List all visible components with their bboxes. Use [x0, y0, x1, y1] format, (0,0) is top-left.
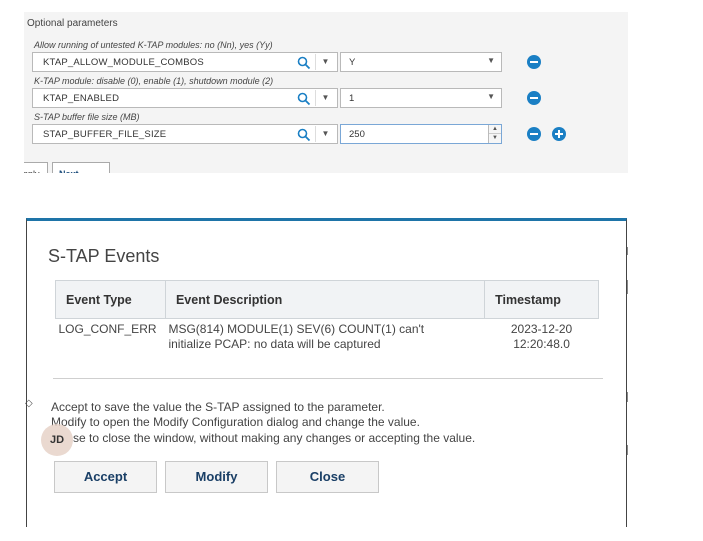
- dialog-title: S-TAP Events: [48, 246, 160, 266]
- param-value-stepper-stap-buffer[interactable]: 250 ▲ ▼: [340, 124, 502, 144]
- cell-event-description: MSG(814) MODULE(1) SEV(6) COUNT(1) can't…: [165, 319, 484, 356]
- timestamp-date: 2023-12-20: [510, 322, 573, 336]
- next-button[interactable]: Next: [52, 162, 110, 173]
- param-value-select-ktap-enabled[interactable]: 1 ▼: [340, 88, 502, 108]
- event-description-line: MSG(814) MODULE(1) SEV(6) COUNT(1) can't: [168, 322, 425, 336]
- search-icon[interactable]: [297, 56, 311, 70]
- help-text-accept: Accept to save the value the S-TAP assig…: [51, 400, 385, 414]
- param-value-text: Y: [349, 57, 356, 68]
- close-button[interactable]: Close: [276, 461, 379, 493]
- event-description-line: initialize PCAP: no data will be capture…: [168, 337, 381, 351]
- param-name-combo-ktap-allow[interactable]: KTAP_ALLOW_MODULE_COMBOS ▼: [32, 52, 338, 72]
- param-name-text: KTAP_ALLOW_MODULE_COMBOS: [43, 57, 204, 68]
- param-name-combo-ktap-enabled[interactable]: KTAP_ENABLED ▼: [32, 88, 338, 108]
- cell-timestamp: 2023-12-20 12:20:48.0: [485, 319, 599, 356]
- stepper-down-icon[interactable]: ▼: [489, 134, 501, 143]
- avatar: JD: [41, 424, 73, 456]
- param-label-ktap-allow: Allow running of untested K-TAP modules:…: [34, 40, 273, 50]
- column-header-event-description[interactable]: Event Description: [164, 280, 486, 319]
- chevron-down-icon[interactable]: ▼: [315, 54, 335, 70]
- search-icon[interactable]: [297, 92, 311, 106]
- column-header-event-type[interactable]: Event Type: [55, 280, 166, 319]
- chevron-down-icon: ▼: [487, 92, 495, 101]
- stepper-up-icon[interactable]: ▲: [489, 125, 501, 134]
- param-value-text: 250: [349, 129, 365, 140]
- remove-param-button[interactable]: [527, 55, 541, 69]
- param-label-stap-buffer: S-TAP buffer file size (MB): [34, 112, 140, 122]
- help-text-modify: Modify to open the Modify Configuration …: [51, 415, 420, 429]
- param-name-text: STAP_BUFFER_FILE_SIZE: [43, 129, 167, 140]
- param-value-text: 1: [349, 93, 355, 104]
- divider: [53, 378, 603, 379]
- modify-button[interactable]: Modify: [165, 461, 268, 493]
- search-icon[interactable]: [297, 128, 311, 142]
- timestamp-time: 12:20:48.0: [513, 337, 570, 351]
- optional-parameters-title: Optional parameters: [27, 18, 118, 29]
- arrow-right-icon: ◇: [25, 398, 33, 409]
- remove-param-button[interactable]: [527, 91, 541, 105]
- column-header-timestamp[interactable]: Timestamp: [484, 280, 599, 319]
- remove-param-button[interactable]: [527, 127, 541, 141]
- table-header-row: Event Type Event Description Timestamp: [55, 280, 599, 319]
- cell-event-type: LOG_CONF_ERR: [58, 322, 157, 336]
- param-label-ktap-enabled: K-TAP module: disable (0), enable (1), s…: [34, 76, 274, 86]
- accept-button[interactable]: Accept: [54, 461, 157, 493]
- stap-events-dialog: S-TAP Events Event Type Event Descriptio…: [25, 218, 627, 527]
- chevron-down-icon: ▼: [487, 56, 495, 65]
- param-value-select-ktap-allow[interactable]: Y ▼: [340, 52, 502, 72]
- help-text-close: se to close the window, without making a…: [73, 431, 476, 445]
- add-param-button[interactable]: [552, 127, 566, 141]
- events-table: Event Type Event Description Timestamp L…: [55, 280, 599, 355]
- param-name-text: KTAP_ENABLED: [43, 93, 120, 104]
- stepper-buttons[interactable]: ▲ ▼: [488, 125, 501, 143]
- param-name-combo-stap-buffer[interactable]: STAP_BUFFER_FILE_SIZE ▼: [32, 124, 338, 144]
- chevron-down-icon[interactable]: ▼: [315, 126, 335, 142]
- chevron-down-icon[interactable]: ▼: [315, 90, 335, 106]
- table-row[interactable]: LOG_CONF_ERR MSG(814) MODULE(1) SEV(6) C…: [56, 319, 599, 356]
- apply-button[interactable]: pply: [24, 162, 48, 173]
- optional-parameters-panel: Optional parameters Allow running of unt…: [24, 12, 628, 173]
